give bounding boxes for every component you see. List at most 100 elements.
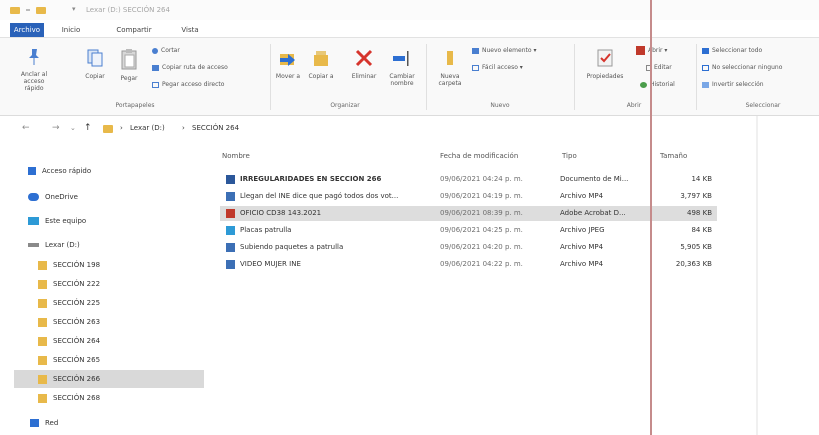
folder-icon: [10, 7, 20, 14]
navigation-pane: Acceso rápido OneDrive Este equipo Lexar…: [0, 150, 210, 435]
sidebar-item-seccion-265[interactable]: SECCIÓN 265: [38, 351, 100, 369]
column-header-size[interactable]: Tamaño: [660, 152, 687, 160]
sidebar-item-label: SECCIÓN 263: [53, 318, 101, 326]
new-folder-quick-icon[interactable]: [36, 7, 46, 14]
tab-archivo[interactable]: Archivo: [10, 23, 44, 37]
sidebar-item-label: Lexar (D:): [45, 241, 80, 249]
file-row[interactable]: Llegan del INE dice que pagó todos dos v…: [220, 189, 717, 204]
folder-icon: [103, 125, 113, 133]
breadcrumb-folder[interactable]: SECCIÓN 264: [192, 124, 239, 132]
copy-to-button[interactable]: Copiar a: [306, 48, 336, 80]
select-none-button[interactable]: No seleccionar ninguno: [702, 63, 782, 72]
move-folder-icon: [280, 54, 295, 66]
folder-icon: [38, 336, 47, 346]
new-folder-button[interactable]: Nueva carpeta: [432, 48, 468, 87]
pdf-icon: [226, 209, 235, 218]
file-size: 84 KB: [691, 226, 712, 234]
easy-access-button[interactable]: Fácil acceso ▾: [472, 63, 523, 72]
computer-icon: [28, 217, 39, 225]
forward-arrow-icon[interactable]: →: [52, 123, 60, 133]
pin-quick-access-button[interactable]: Anclar al acceso rápido: [14, 48, 54, 92]
file-size: 20,363 KB: [675, 260, 712, 268]
file-row-selected[interactable]: OFICIO CD38 143.2021 09/06/2021 08:39 p.…: [220, 206, 717, 221]
easy-access-icon: [472, 64, 479, 71]
move-to-button[interactable]: Mover a: [274, 48, 302, 80]
file-date: 09/06/2021 04:22 p. m.: [440, 260, 523, 268]
edit-label: Editar: [654, 64, 672, 71]
file-row[interactable]: IRREGULARIDADES EN SECCIÓN 266 09/06/202…: [220, 172, 717, 187]
word-icon: [226, 175, 235, 184]
up-arrow-icon[interactable]: ↑: [84, 123, 92, 133]
file-row[interactable]: Subiendo paquetes a patrulla 09/06/2021 …: [220, 240, 717, 255]
column-header-date[interactable]: Fecha de modificación: [440, 152, 518, 160]
sidebar-item-label: Acceso rápido: [42, 167, 92, 175]
sidebar-item-red[interactable]: Red: [30, 414, 58, 432]
folder-icon: [38, 260, 47, 270]
column-header-type[interactable]: Tipo: [562, 152, 577, 160]
breadcrumb-drive[interactable]: Lexar (D:): [130, 124, 165, 132]
sidebar-item-label: SECCIÓN 225: [53, 299, 101, 307]
sidebar-item-seccion-268[interactable]: SECCIÓN 268: [38, 389, 100, 407]
sidebar-item-label: SECCIÓN 198: [53, 261, 101, 269]
copy-button[interactable]: Copiar: [80, 48, 110, 80]
file-row[interactable]: VIDEO MUJER INE 09/06/2021 04:22 p. m. A…: [220, 257, 717, 272]
pin-label: Anclar al acceso rápido: [20, 71, 48, 92]
paste-shortcut-button[interactable]: Pegar acceso directo: [152, 80, 224, 89]
ribbon-divider: [270, 44, 271, 110]
sidebar-item-seccion-225[interactable]: SECCIÓN 225: [38, 294, 100, 312]
folder-icon: [38, 317, 47, 327]
copy-path-button[interactable]: Copiar ruta de acceso: [152, 63, 228, 72]
copy-folder-icon: [314, 51, 328, 66]
file-name: OFICIO CD38 143.2021: [240, 209, 322, 217]
select-none-icon: [702, 64, 709, 71]
sidebar-item-este-equipo[interactable]: Este equipo: [28, 212, 86, 230]
folder-icon: [38, 393, 47, 403]
cut-button[interactable]: Cortar: [152, 46, 180, 55]
file-row[interactable]: Placas patrulla 09/06/2021 04:25 p. m. A…: [220, 223, 717, 238]
recent-locations-chevron-icon[interactable]: ⌄: [70, 124, 76, 132]
file-size: 498 KB: [687, 209, 712, 217]
copy-label: Copiar: [85, 73, 105, 80]
file-size: 3,797 KB: [680, 192, 712, 200]
new-item-button[interactable]: Nuevo elemento ▾: [472, 46, 536, 55]
sidebar-item-label: OneDrive: [45, 193, 78, 201]
delete-x-icon: [355, 49, 373, 67]
folder-icon: [38, 355, 47, 365]
sidebar-item-seccion-264[interactable]: SECCIÓN 264: [38, 332, 100, 350]
sidebar-item-seccion-266[interactable]: SECCIÓN 266: [14, 370, 204, 388]
rename-icon: [393, 51, 409, 66]
group-label-portapapeles: Portapapeles: [115, 102, 155, 109]
paste-shortcut-label: Pegar acceso directo: [162, 81, 225, 88]
history-button[interactable]: Historial: [640, 80, 675, 89]
sidebar-item-seccion-263[interactable]: SECCIÓN 263: [38, 313, 100, 331]
rename-button[interactable]: Cambiar nombre: [384, 48, 420, 87]
tab-inicio[interactable]: Inicio: [58, 23, 84, 37]
sidebar-item-acceso-rapido[interactable]: Acceso rápido: [28, 162, 91, 180]
sidebar-item-label: Este equipo: [45, 217, 87, 225]
column-header-name[interactable]: Nombre: [222, 152, 250, 160]
sidebar-item-seccion-198[interactable]: SECCIÓN 198: [38, 256, 100, 274]
invert-selection-button[interactable]: Invertir selección: [702, 80, 764, 89]
history-icon: [640, 81, 647, 88]
sidebar-item-label: SECCIÓN 265: [53, 356, 101, 364]
sidebar-item-label: SECCIÓN 264: [53, 337, 101, 345]
delete-button[interactable]: Eliminar: [346, 48, 382, 80]
sidebar-item-seccion-222[interactable]: SECCIÓN 222: [38, 275, 100, 293]
select-all-button[interactable]: Seleccionar todo: [702, 46, 762, 55]
sidebar-item-lexar[interactable]: Lexar (D:): [28, 236, 80, 254]
paste-button[interactable]: Pegar: [114, 48, 144, 82]
quick-access-dropdown-icon[interactable]: ▾: [72, 5, 76, 13]
breadcrumb-separator: ›: [120, 124, 123, 132]
select-all-label: Seleccionar todo: [712, 47, 763, 54]
sidebar-item-onedrive[interactable]: OneDrive: [28, 188, 78, 206]
tab-vista[interactable]: Vista: [178, 23, 202, 37]
tab-compartir[interactable]: Compartir: [114, 23, 154, 37]
star-icon: [28, 167, 36, 175]
properties-button[interactable]: Propiedades: [578, 48, 632, 80]
sidebar-item-label: SECCIÓN 268: [53, 394, 101, 402]
ribbon: Anclar al acceso rápido Copiar Pegar Cor…: [0, 38, 819, 116]
back-arrow-icon[interactable]: ←: [22, 123, 30, 133]
file-name: IRREGULARIDADES EN SECCIÓN 266: [240, 175, 382, 183]
window-title: Lexar (D:) SECCIÓN 264: [86, 6, 170, 14]
file-date: 09/06/2021 08:39 p. m.: [440, 209, 523, 217]
